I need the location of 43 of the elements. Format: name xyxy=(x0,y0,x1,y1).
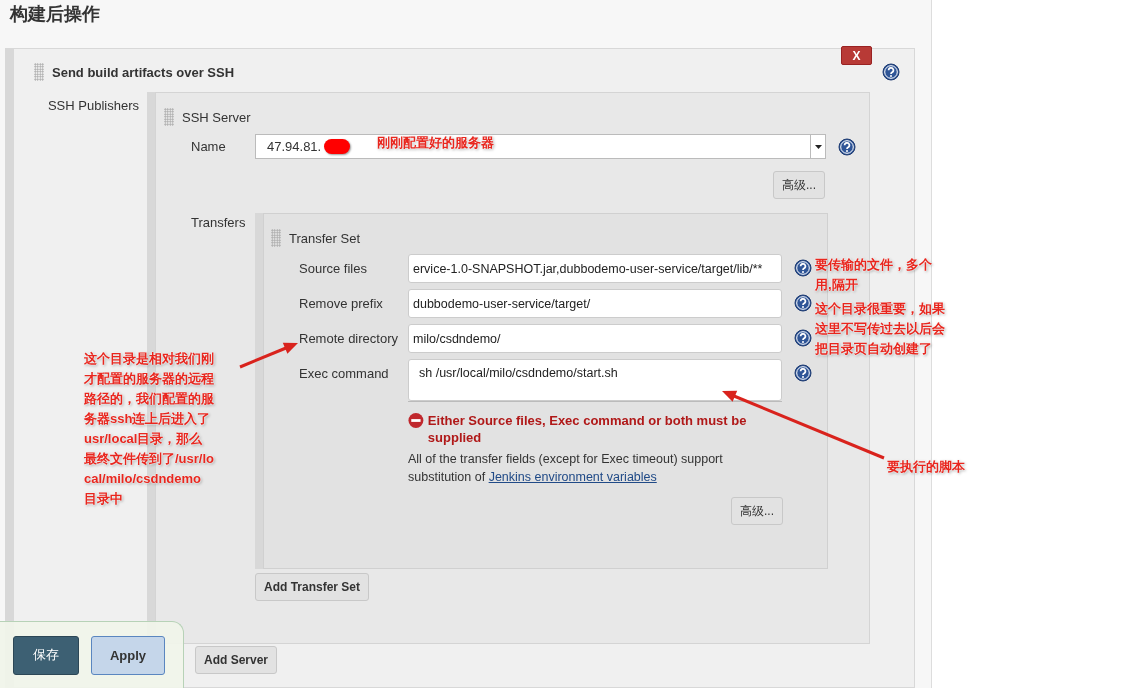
annotation-arrow xyxy=(239,342,298,369)
drag-handle-icon[interactable] xyxy=(271,229,281,247)
field-label: Transfers xyxy=(190,214,247,230)
annotation-note: 刚刚配置好的服务器 xyxy=(377,134,494,152)
command-textarea[interactable]: sh /usr/local/milo/csdndemo/start.sh xyxy=(408,359,782,401)
apply-button[interactable]: Apply xyxy=(91,635,165,675)
help-icon[interactable] xyxy=(882,63,900,81)
annotation-note: 这个目录很重要，如果这里不写传过去以后会把目录页自动创建了 xyxy=(815,300,946,358)
step-title: Send build artifacts over SSH xyxy=(52,64,235,80)
section-heading: 构建后操作 xyxy=(8,3,101,26)
text-field[interactable]: ervice-1.0-SNAPSHOT.jar,dubbodemo-user-service/target/lib/** xyxy=(408,254,782,283)
delete-button[interactable]: X xyxy=(841,46,872,65)
annotation-note: 要执行的脚本 xyxy=(887,458,965,476)
add-transfer-set-button[interactable]: Add Transfer Set xyxy=(255,573,370,601)
save-button[interactable]: 保存 xyxy=(13,635,79,675)
field-label: Remove prefix xyxy=(298,295,384,311)
annotation-note: 这个目录是相对我们刚才配置的服务器的远程路径的，我们配置的服务器ssh连上后进入了usr/local目录，那么最终文件传到了/usr/local/milo/csdndemo目录中 xyxy=(84,350,214,508)
drag-handle-icon[interactable] xyxy=(164,108,174,126)
field-label: Exec command xyxy=(298,365,390,381)
help-icon[interactable] xyxy=(838,137,856,156)
redaction-mark xyxy=(324,139,351,154)
environment-variables-link[interactable]: Jenkins environment variables xyxy=(488,470,657,484)
annotation-note: 要传输的文件，多个用,隔开 xyxy=(815,256,933,294)
transfer-set-title: Transfer Set xyxy=(289,230,361,246)
dropdown-arrow-icon xyxy=(814,144,822,149)
advanced-button[interactable]: 高级... xyxy=(731,497,783,525)
field-label: Name xyxy=(190,139,227,154)
error-message: Either Source files, Exec command or both must be supplied xyxy=(427,412,748,446)
help-icon[interactable] xyxy=(794,259,812,277)
text-field[interactable]: dubbodemo-user-service/target/ xyxy=(408,289,782,318)
error-icon xyxy=(408,412,424,429)
add-server-button[interactable]: Add Server xyxy=(195,646,278,674)
help-text: All of the transfer fields (except for Exec timeout) support substitution of Jenkins environment variables xyxy=(408,451,724,486)
field-label: SSH Publishers xyxy=(46,97,139,113)
drag-handle-icon[interactable] xyxy=(34,63,44,81)
help-icon[interactable] xyxy=(794,329,812,347)
field-label: Source files xyxy=(298,260,368,276)
help-icon[interactable] xyxy=(794,294,812,312)
text-field[interactable]: milo/csdndemo/ xyxy=(408,324,782,353)
advanced-button[interactable]: 高级... xyxy=(773,171,825,199)
help-icon[interactable] xyxy=(794,364,812,382)
field-label: Remote directory xyxy=(298,330,399,346)
server-title: SSH Server xyxy=(182,109,251,125)
